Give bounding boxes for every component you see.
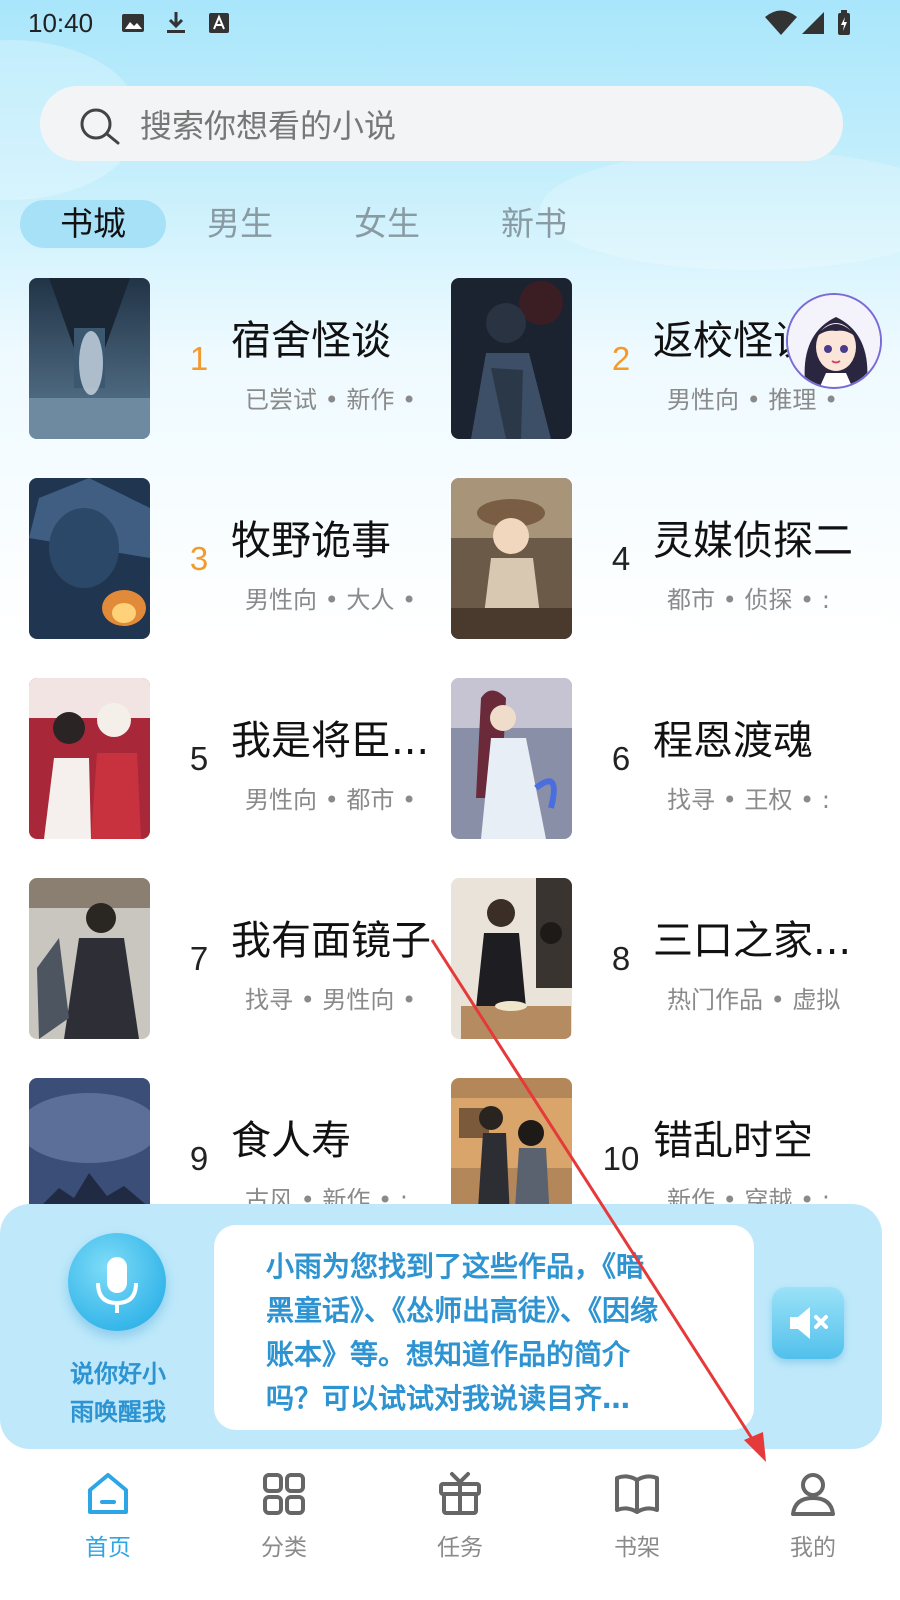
- book-item-8[interactable]: 8 三口之家... 热门作品 • 虚拟: [451, 878, 871, 1039]
- nav-profile[interactable]: 我的: [763, 1470, 863, 1580]
- book-cover-5: [29, 678, 150, 839]
- wake-hint: 说你好小雨唤醒我: [70, 1360, 166, 1426]
- book-tags: 已尝试 • 新作 •: [245, 386, 417, 414]
- search-placeholder: 搜索你想看的小说: [140, 107, 397, 145]
- assistant-avatar[interactable]: [786, 293, 882, 389]
- book-tags: 找寻 • 男性向 •: [245, 986, 417, 1014]
- battery-icon: [838, 10, 850, 35]
- book-rank: 9: [189, 1140, 209, 1177]
- tab-bookstore[interactable]: 书城: [20, 200, 166, 248]
- gift-icon: [439, 1472, 481, 1515]
- book-item-7[interactable]: 7 我有面镜子 找寻 • 男性向 •: [29, 878, 449, 1039]
- assistant-message-bubble: 小雨为您找到了这些作品，《暗黑童话》、《怂师出高徒》、《因缘账本》等。想知道作品…: [214, 1225, 754, 1430]
- book-rank: 1: [189, 340, 209, 377]
- girl-avatar-icon: [788, 295, 880, 387]
- book-cover-7: [29, 878, 150, 1039]
- book-icon: [615, 1474, 659, 1514]
- book-cover-3: [29, 478, 150, 639]
- book-cover-4: [451, 478, 572, 639]
- book-item-4[interactable]: 4 灵媒侦探二 都市 • 侦探 • :: [451, 478, 871, 639]
- book-rank: 2: [611, 340, 631, 377]
- nav-label: 分类: [261, 1535, 307, 1561]
- book-item-5[interactable]: 5 我是将臣... 男性向 • 都市 •: [29, 678, 449, 839]
- profile-icon: [791, 1473, 835, 1516]
- book-item-6[interactable]: 6 程恩渡魂 找寻 • 王权 • :: [451, 678, 871, 839]
- book-cover-2: [451, 278, 572, 439]
- book-cover-6: [451, 678, 572, 839]
- book-cover-8: [451, 878, 572, 1039]
- nav-label: 我的: [790, 1535, 836, 1561]
- wifi-icon: [765, 10, 797, 35]
- book-tags: 都市 • 侦探 • :: [667, 586, 830, 614]
- book-title: 我是将臣...: [231, 718, 430, 764]
- book-cover-1: [29, 278, 150, 439]
- nav-home[interactable]: 首页: [58, 1470, 158, 1580]
- nav-tasks[interactable]: 任务: [410, 1470, 510, 1580]
- book-title: 程恩渡魂: [653, 718, 813, 764]
- book-rank: 6: [611, 740, 631, 777]
- book-item-3[interactable]: 3 牧野诡事 男性向 • 大人 •: [29, 478, 449, 639]
- book-title: 我有面镜子: [231, 918, 431, 964]
- book-rank: 5: [189, 740, 209, 777]
- microphone-button[interactable]: [68, 1233, 166, 1331]
- nav-category[interactable]: 分类: [234, 1470, 334, 1580]
- book-title: 错乱时空: [653, 1118, 813, 1164]
- home-icon: [88, 1473, 128, 1514]
- assistant-message: 小雨为您找到了这些作品，《暗黑童话》、《怂师出高徒》、《因缘账本》等。想知道作品…: [266, 1250, 659, 1415]
- search-icon: [80, 108, 120, 145]
- book-title: 三口之家...: [653, 918, 852, 964]
- image-icon: [122, 14, 144, 32]
- book-title: 牧野诡事: [231, 518, 391, 564]
- status-time: 10:40: [28, 8, 94, 38]
- microphone-icon: [96, 1257, 138, 1313]
- book-tags: 热门作品 • 虚拟: [667, 986, 841, 1014]
- book-rank: 4: [611, 540, 631, 577]
- book-tags: 找寻 • 王权 • :: [667, 786, 830, 814]
- grid-icon: [263, 1473, 305, 1515]
- book-tags: 男性向 • 都市 •: [245, 786, 417, 814]
- speaker-mute-icon: [790, 1307, 828, 1339]
- tab-male[interactable]: 男生: [180, 200, 300, 248]
- book-title: 食人寿: [231, 1118, 351, 1164]
- book-rank: 7: [189, 940, 209, 977]
- book-tags: 男性向 • 大人 •: [245, 586, 417, 614]
- tab-female[interactable]: 女生: [327, 200, 447, 248]
- book-title: 灵媒侦探二: [653, 518, 853, 564]
- tab-new-books[interactable]: 新书: [474, 200, 594, 248]
- font-icon: [209, 13, 229, 33]
- download-icon: [167, 12, 185, 33]
- nav-label: 任务: [437, 1535, 483, 1561]
- signal-icon: [802, 12, 824, 34]
- nav-label: 首页: [85, 1535, 131, 1561]
- nav-label: 书架: [614, 1535, 660, 1561]
- book-title: 宿舍怪谈: [231, 318, 391, 364]
- mute-button[interactable]: [772, 1287, 844, 1359]
- nav-bookshelf[interactable]: 书架: [587, 1470, 687, 1580]
- book-item-1[interactable]: 1 宿舍怪谈 已尝试 • 新作 •: [29, 278, 449, 439]
- status-bar: 10:40: [0, 0, 900, 50]
- book-rank: 10: [602, 1140, 640, 1177]
- book-rank: 8: [611, 940, 631, 977]
- book-rank: 3: [189, 540, 209, 577]
